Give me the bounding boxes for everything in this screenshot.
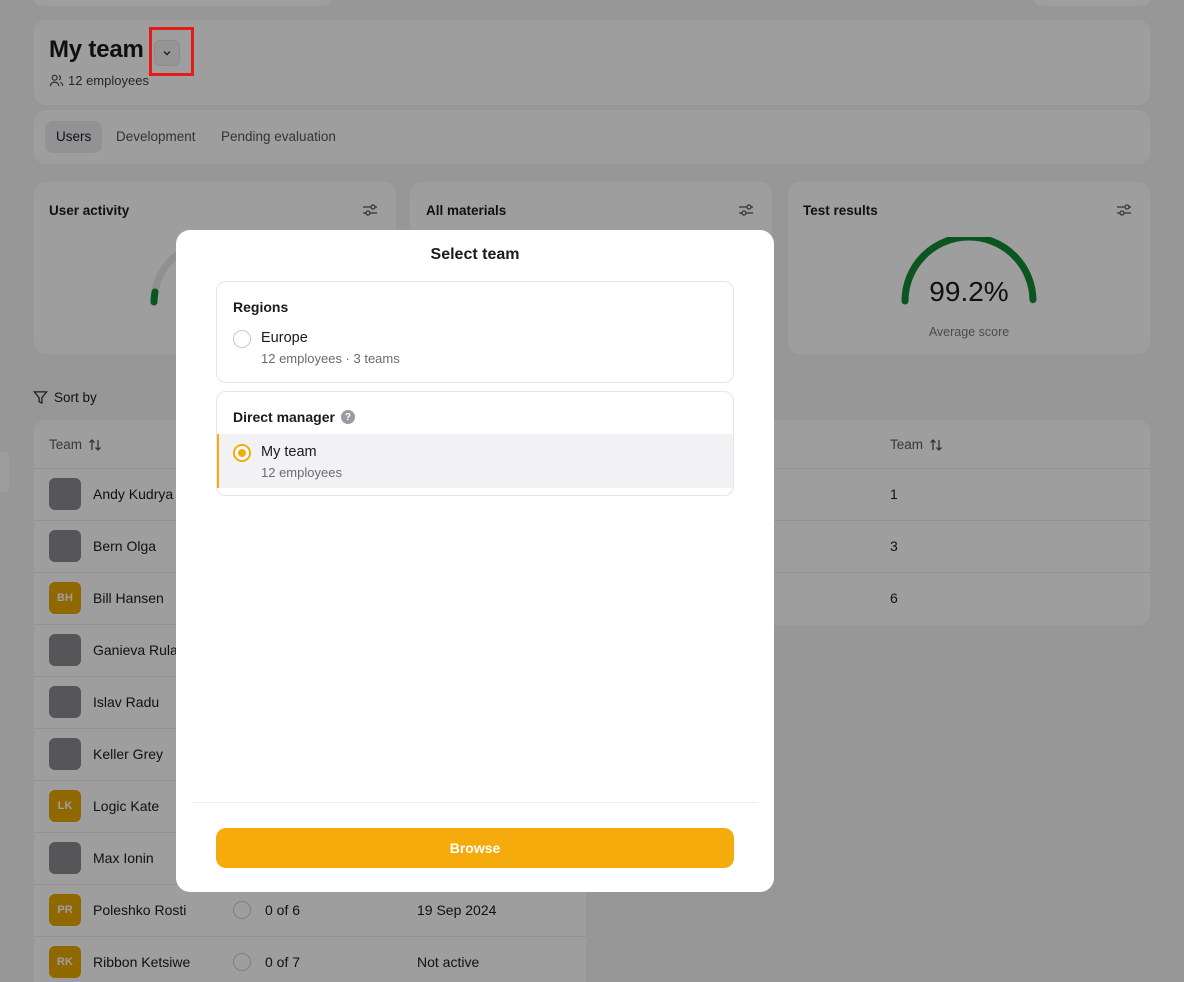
highlight-box (149, 27, 194, 76)
option-name: Europe (261, 330, 308, 346)
option-subtitle: 12 employees (261, 465, 342, 480)
regions-group: Regions Europe 12 employees · 3 teams (216, 281, 734, 383)
direct-manager-title: Direct manager ? (233, 409, 355, 425)
option-my-team[interactable]: My team 12 employees (217, 434, 733, 488)
radio-europe[interactable] (233, 330, 251, 348)
option-subtitle: 12 employees · 3 teams (261, 351, 400, 366)
option-europe[interactable]: Europe 12 employees · 3 teams (217, 320, 733, 374)
option-name: My team (261, 444, 317, 460)
modal-divider (192, 802, 758, 803)
radio-my-team[interactable] (233, 444, 251, 462)
regions-title: Regions (233, 299, 288, 315)
direct-manager-title-label: Direct manager (233, 409, 335, 425)
direct-manager-group: Direct manager ? My team 12 employees (216, 391, 734, 496)
regions-title-label: Regions (233, 299, 289, 315)
browse-button[interactable]: Browse (216, 828, 734, 868)
modal-title: Select team (430, 246, 520, 263)
select-team-modal: Select team Regions Europe 12 employees … (176, 230, 774, 892)
help-icon[interactable]: ? (340, 410, 355, 424)
